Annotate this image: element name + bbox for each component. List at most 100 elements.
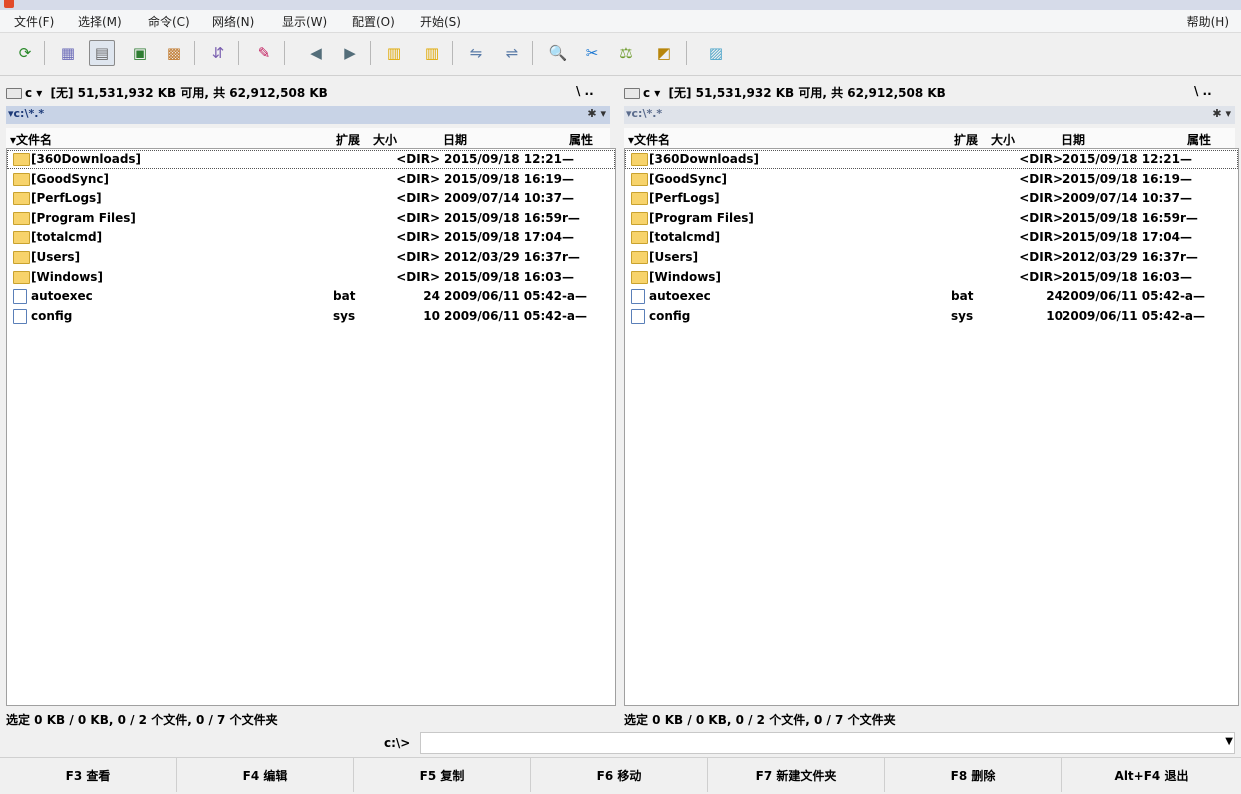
- f8-delete-button[interactable]: F8 删除: [885, 758, 1062, 792]
- file-icon: [631, 308, 645, 324]
- left-path-bar[interactable]: ▾c:\*.* ✱ ▾: [6, 106, 610, 124]
- file-name: [Users]: [649, 250, 699, 264]
- left-root-parent-buttons[interactable]: \ ..: [576, 84, 594, 98]
- f4-edit-button[interactable]: F4 编辑: [177, 758, 354, 792]
- file-name: [Program Files]: [649, 210, 754, 225]
- right-root-parent-buttons[interactable]: \ ..: [1194, 84, 1212, 98]
- file-row[interactable]: [Windows] <DIR> 2015/09/18 16:03—: [7, 268, 615, 287]
- right-path-bar[interactable]: ▾c:\*.* ✱ ▾: [624, 106, 1235, 124]
- left-file-list[interactable]: [360Downloads] <DIR> 2015/09/18 12:21— [Goo…: [6, 148, 616, 706]
- right-history-buttons[interactable]: ✱ ▾: [1212, 107, 1231, 120]
- f3-view-button[interactable]: F3 查看: [0, 758, 177, 792]
- right-status-text: 选定 0 KB / 0 KB, 0 / 2 个文件, 0 / 7 个文件夹: [624, 713, 896, 727]
- brief-view-icon[interactable]: ▦: [55, 40, 81, 66]
- file-row[interactable]: [Program Files] <DIR> 2015/09/18 16:59r—: [7, 209, 615, 228]
- menu-select[interactable]: 选择(M): [78, 13, 122, 30]
- file-row[interactable]: [GoodSync] <DIR> 2015/09/18 16:19—: [625, 170, 1238, 189]
- folder-icon: [631, 211, 648, 225]
- file-row[interactable]: [PerfLogs] <DIR> 2009/07/14 10:37—: [625, 189, 1238, 208]
- file-row[interactable]: [Program Files] <DIR> 2015/09/18 16:59r—: [625, 209, 1238, 228]
- file-row[interactable]: config sys 10 2009/06/11 05:42-a—: [625, 307, 1238, 326]
- file-row[interactable]: [Users] <DIR> 2012/03/29 16:37r—: [7, 248, 615, 267]
- menu-show[interactable]: 显示(W): [282, 13, 327, 30]
- find-icon[interactable]: 🔍: [545, 40, 571, 66]
- ftp-connect-icon[interactable]: ⇋: [463, 40, 489, 66]
- file-ext: sys: [951, 308, 974, 323]
- zip-pack-icon[interactable]: ▥: [381, 40, 407, 66]
- left-drive-selector[interactable]: c ▾ [无] 51,531,932 KB 可用, 共 62,912,508 K…: [6, 84, 328, 101]
- f5-copy-button[interactable]: F5 复制: [354, 758, 531, 792]
- file-size: <DIR>: [1019, 210, 1063, 225]
- folder-icon: [631, 251, 648, 264]
- right-header-name[interactable]: ▾文件名: [628, 131, 670, 148]
- file-row[interactable]: [totalcmd] <DIR> 2015/09/18 17:04—: [625, 228, 1238, 247]
- file-date: 2015/09/18 12:21—: [444, 152, 574, 166]
- thumbnail-view-icon[interactable]: ▣: [127, 40, 153, 66]
- f6-move-button[interactable]: F6 移动: [531, 758, 708, 792]
- menu-commands[interactable]: 命令(C): [148, 13, 190, 30]
- left-header-size[interactable]: 大小: [373, 131, 397, 148]
- f7-new-folder-button[interactable]: F7 新建文件夹: [708, 758, 885, 792]
- refresh-icon[interactable]: ⟳: [12, 40, 38, 66]
- menu-file[interactable]: 文件(F): [14, 13, 54, 30]
- alt-f4-exit-button[interactable]: Alt+F4 退出: [1062, 758, 1241, 792]
- toolbar-separator: [686, 41, 687, 65]
- file-size: <DIR>: [396, 210, 440, 225]
- right-file-list[interactable]: [360Downloads] <DIR> 2015/09/18 12:21— [Goo…: [624, 148, 1239, 706]
- file-row[interactable]: [Windows] <DIR> 2015/09/18 16:03—: [625, 268, 1238, 287]
- folder-icon: [13, 153, 30, 166]
- file-row[interactable]: autoexec bat 24 2009/06/11 05:42-a—: [625, 287, 1238, 306]
- right-column-headers: ▾文件名 扩展 大小 日期 属性: [624, 128, 1235, 149]
- right-header-ext[interactable]: 扩展: [954, 131, 978, 148]
- right-header-attr[interactable]: 属性: [1187, 131, 1211, 148]
- file-name: [Program Files]: [31, 210, 136, 225]
- folder-icon: [13, 211, 30, 225]
- left-header-name[interactable]: ▾文件名: [10, 131, 52, 148]
- left-header-ext[interactable]: 扩展: [336, 131, 360, 148]
- file-size: <DIR>: [396, 152, 440, 166]
- file-row[interactable]: [360Downloads] <DIR> 2015/09/18 12:21—: [7, 150, 615, 169]
- file-row[interactable]: config sys 10 2009/06/11 05:42-a—: [7, 307, 615, 326]
- menu-network[interactable]: 网络(N): [212, 13, 254, 30]
- file-row[interactable]: [GoodSync] <DIR> 2015/09/18 16:19—: [7, 170, 615, 189]
- file-row[interactable]: [PerfLogs] <DIR> 2009/07/14 10:37—: [7, 189, 615, 208]
- menu-start[interactable]: 开始(S): [420, 13, 461, 30]
- toolbar-separator: [284, 41, 285, 65]
- menu-configuration[interactable]: 配置(O): [352, 13, 395, 30]
- right-header-size[interactable]: 大小: [991, 131, 1015, 148]
- file-name: autoexec: [31, 289, 93, 304]
- file-row[interactable]: autoexec bat 24 2009/06/11 05:42-a—: [7, 287, 615, 306]
- file-date: 2015/09/18 16:19—: [1062, 171, 1192, 186]
- sync-dirs-icon[interactable]: ⚖: [613, 40, 639, 66]
- notepad-icon[interactable]: ▨: [703, 40, 729, 66]
- invert-selection-icon[interactable]: ⇵: [205, 40, 231, 66]
- pack-icon[interactable]: ✎: [251, 40, 277, 66]
- ftp-disconnect-icon[interactable]: ⇌: [499, 40, 525, 66]
- right-drive-selector[interactable]: c ▾ [无] 51,531,932 KB 可用, 共 62,912,508 K…: [624, 84, 946, 101]
- left-header-date[interactable]: 日期: [443, 131, 467, 148]
- compare-icon[interactable]: ◩: [651, 40, 677, 66]
- detail-view-icon[interactable]: ▤: [89, 40, 115, 66]
- command-input[interactable]: [420, 732, 1235, 754]
- file-row[interactable]: [totalcmd] <DIR> 2015/09/18 17:04—: [7, 228, 615, 247]
- file-row[interactable]: [Users] <DIR> 2012/03/29 16:37r—: [625, 248, 1238, 267]
- back-icon[interactable]: ◀: [303, 40, 329, 66]
- app-icon: [4, 0, 14, 8]
- folder-icon: [631, 172, 648, 186]
- left-history-buttons[interactable]: ✱ ▾: [587, 107, 606, 120]
- file-size: <DIR>: [1019, 171, 1063, 186]
- right-header-date[interactable]: 日期: [1061, 131, 1085, 148]
- rename-icon[interactable]: ✂: [579, 40, 605, 66]
- menu-help[interactable]: 帮助(H): [1187, 13, 1229, 30]
- chevron-down-icon[interactable]: ▼: [1225, 736, 1233, 747]
- forward-icon[interactable]: ▶: [337, 40, 363, 66]
- zip-unpack-icon[interactable]: ▥: [419, 40, 445, 66]
- left-header-attr[interactable]: 属性: [569, 131, 593, 148]
- file-ext: bat: [951, 289, 974, 304]
- file-date: 2015/09/18 16:03—: [1062, 269, 1192, 284]
- file-row[interactable]: [360Downloads] <DIR> 2015/09/18 12:21—: [625, 150, 1238, 169]
- right-panel: c ▾ [无] 51,531,932 KB 可用, 共 62,912,508 K…: [618, 76, 1241, 730]
- file-name: [PerfLogs]: [31, 191, 102, 206]
- folder-icon: [13, 251, 30, 264]
- tree-view-icon[interactable]: ▩: [161, 40, 187, 66]
